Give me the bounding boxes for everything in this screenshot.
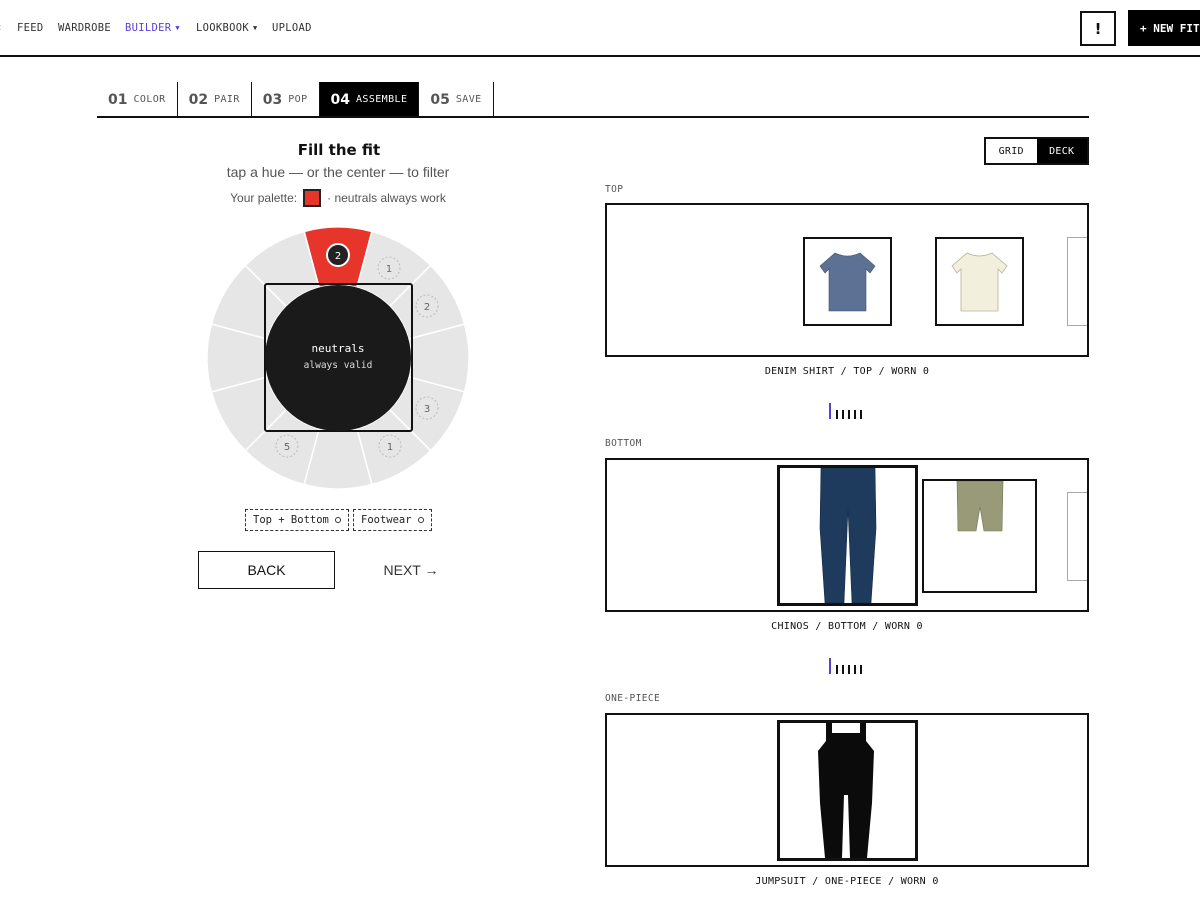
hue-count: 2	[424, 302, 430, 313]
nav-upload[interactable]: UPLOAD	[272, 22, 312, 34]
palette-swatch[interactable]	[303, 189, 322, 207]
center-title: neutrals	[312, 342, 365, 355]
nav-lookbook[interactable]: LOOKBOOK ▼	[196, 22, 258, 34]
nav-lookbook-label: LOOKBOOK	[196, 22, 249, 34]
step-pair-tab[interactable]: 02 PAIR	[178, 82, 252, 117]
pager-dot[interactable]	[860, 410, 862, 419]
step-color-tab[interactable]: 01 COLOR	[97, 82, 178, 117]
hue-count: 1	[387, 442, 393, 453]
step-number: 02	[188, 91, 209, 108]
pager-dot[interactable]	[848, 410, 850, 419]
palette-suffix: · neutrals always work	[327, 191, 446, 205]
pants-icon	[819, 468, 877, 603]
chip-status-icon	[334, 517, 341, 523]
step-pop-tab[interactable]: 03 POP	[252, 82, 320, 117]
next-button[interactable]: NEXT →	[371, 551, 451, 589]
tshirt-icon	[819, 252, 876, 312]
hue-count: 1	[386, 264, 392, 275]
step-assemble-tab[interactable]: 04 ASSEMBLE	[319, 82, 420, 117]
step-label: COLOR	[133, 94, 166, 105]
step-label: ASSEMBLE	[356, 94, 408, 105]
step-number: 04	[330, 91, 350, 108]
color-wheel: 2 1 2 3 1 5 neutrals always valid	[206, 226, 470, 490]
selected-count: 2	[335, 251, 341, 262]
hue-count: 3	[424, 404, 430, 415]
pager-dot[interactable]	[854, 665, 856, 674]
nav-builder-label: BUILDER	[125, 22, 172, 34]
footwear-chip[interactable]: Footwear	[353, 509, 432, 531]
onepiece-caption: JUMPSUIT / ONE-PIECE / WORN 0	[755, 876, 939, 887]
palette-row: Your palette: · neutrals always work	[188, 189, 488, 207]
garment-card[interactable]	[922, 479, 1037, 593]
top-nav: ‹ FEED WARDROBE BUILDER▼ LOOKBOOK▼ UPLOA…	[0, 0, 1200, 57]
neutrals-center[interactable]	[265, 285, 411, 431]
back-button[interactable]: BACK	[198, 551, 335, 589]
step-label: PAIR	[214, 94, 240, 105]
chevron-down-icon: ▼	[175, 24, 180, 32]
step-number: 05	[430, 91, 450, 108]
alert-button[interactable]: !	[1080, 11, 1116, 46]
top-caption: DENIM SHIRT / TOP / WORN 0	[764, 366, 930, 377]
bottom-deck	[605, 458, 1089, 612]
deck-view-button[interactable]: DECK	[1036, 139, 1087, 163]
view-toggle: GRID DECK	[984, 137, 1089, 165]
step-save-tab[interactable]: 05 SAVE	[419, 82, 494, 117]
pager-dot-active[interactable]	[829, 658, 831, 674]
step-number: 03	[262, 91, 283, 108]
garment-card-selected[interactable]	[777, 465, 918, 606]
top-pager	[829, 403, 866, 419]
new-fit-button[interactable]: + NEW FIT	[1128, 10, 1200, 46]
step-label: POP	[288, 94, 308, 105]
next-card-peek[interactable]	[1067, 237, 1087, 326]
grid-view-button[interactable]: GRID	[986, 139, 1037, 163]
section-label-bottom: BOTTOM	[605, 438, 642, 449]
step-number: 01	[108, 91, 128, 108]
nav-wardrobe[interactable]: WARDROBE	[58, 22, 111, 34]
garment-card[interactable]	[803, 237, 892, 326]
pager-dot[interactable]	[848, 665, 850, 674]
top-bottom-chip[interactable]: Top + Bottom	[245, 509, 349, 531]
page-title: Fill the fit	[297, 141, 381, 159]
chevron-down-icon: ▼	[252, 24, 258, 32]
nav-feed[interactable]: FEED	[17, 22, 44, 34]
bottom-caption: CHINOS / BOTTOM / WORN 0	[771, 621, 923, 632]
pager-dot[interactable]	[860, 665, 862, 674]
nav-builder[interactable]: BUILDER ▼	[125, 22, 180, 34]
step-tabs: 01 COLOR 02 PAIR 03 POP 04 ASSEMBLE 05 SAVE	[97, 82, 494, 117]
top-deck	[605, 203, 1089, 357]
chip-label: Top + Bottom	[253, 514, 329, 526]
garment-card[interactable]	[935, 237, 1024, 326]
next-card-peek[interactable]	[1067, 492, 1087, 581]
step-label: SAVE	[455, 94, 482, 105]
nav-back-icon[interactable]: ‹	[0, 20, 1, 34]
shorts-icon	[956, 481, 1004, 532]
pager-dot[interactable]	[836, 665, 838, 674]
section-label-onepiece: ONE-PIECE	[605, 693, 661, 704]
section-label-top: TOP	[605, 184, 624, 195]
center-subtitle: always valid	[304, 360, 373, 371]
tshirt-icon	[951, 252, 1008, 312]
chip-status-icon	[417, 517, 424, 523]
pager-dot[interactable]	[854, 410, 856, 419]
garment-card-selected[interactable]	[777, 720, 918, 861]
overalls-icon	[818, 723, 874, 858]
bottom-pager	[829, 658, 866, 674]
steps-divider	[97, 116, 1089, 118]
pager-dot[interactable]	[842, 665, 844, 674]
page-subtitle: tap a hue — or the center — to filter	[226, 164, 450, 180]
pager-dot-active[interactable]	[829, 403, 831, 419]
hue-count: 5	[284, 442, 290, 453]
pager-dot[interactable]	[842, 410, 844, 419]
palette-prefix: Your palette:	[230, 191, 298, 205]
chip-label: Footwear	[361, 514, 412, 526]
onepiece-deck	[605, 713, 1089, 867]
pager-dot[interactable]	[836, 410, 838, 419]
